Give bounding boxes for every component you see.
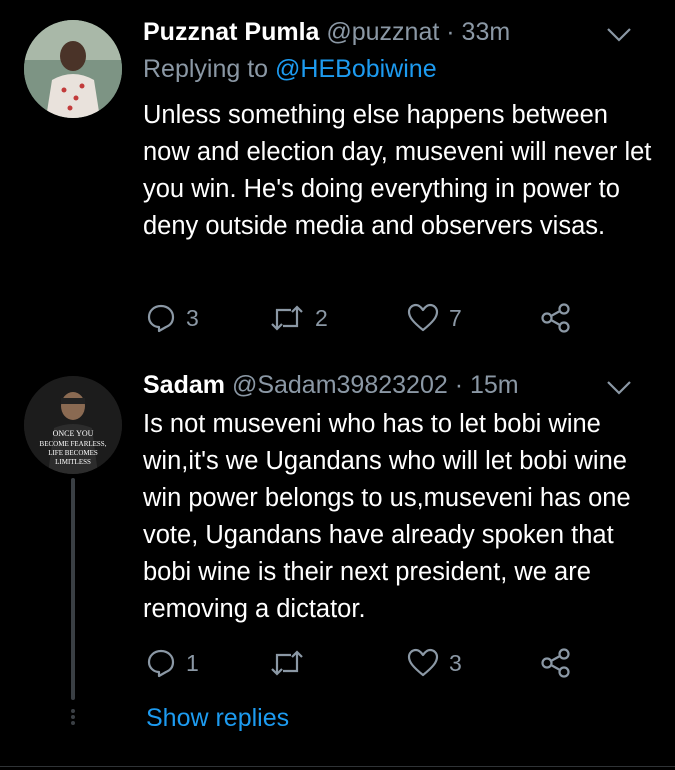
thread-line: [71, 478, 75, 700]
tweet-actions: 1 3: [143, 646, 583, 680]
divider: [0, 766, 675, 767]
retweet-icon: [271, 650, 303, 676]
dot-separator: ·: [439, 18, 462, 46]
reply-button[interactable]: 1: [146, 646, 199, 680]
author-handle[interactable]: @puzznat: [326, 18, 439, 46]
replying-prefix: Replying to: [143, 55, 276, 83]
show-replies-link[interactable]: Show replies: [146, 704, 289, 733]
avatar-quote-line-4: LIMITLESS: [55, 458, 91, 466]
share-icon: [541, 303, 570, 333]
avatar-quote-line-3: LIFE BECOMES: [48, 449, 98, 457]
retweet-count: 2: [315, 304, 328, 331]
chevron-down-icon[interactable]: [605, 25, 633, 45]
share-button[interactable]: [540, 301, 572, 335]
tweet-text: Is not museveni who has to let bobi wine…: [143, 410, 631, 623]
heart-icon: [407, 303, 439, 332]
tweet-text: Unless something else happens between no…: [143, 101, 652, 240]
dot-separator: ·: [447, 371, 470, 399]
retweet-button[interactable]: [269, 646, 315, 680]
avatar-quote-line-1: ONCE YOU: [53, 429, 94, 438]
share-button[interactable]: [540, 646, 572, 680]
like-button[interactable]: 7: [407, 301, 462, 335]
timestamp[interactable]: 15m: [470, 371, 519, 399]
tweet-actions: 3 2 7: [143, 301, 583, 335]
like-button[interactable]: 3: [407, 646, 462, 680]
avatar-puzznat[interactable]: [24, 20, 122, 118]
reply-count: 3: [186, 304, 199, 331]
tweet-header: Sadam @Sadam39823202 · 15m: [143, 371, 519, 400]
avatar-photo-icon: ONCE YOU BECOME FEARLESS, LIFE BECOMES L…: [24, 376, 122, 474]
more-replies-dots: [66, 707, 80, 727]
like-count: 3: [449, 649, 462, 676]
reply-button[interactable]: 3: [146, 301, 199, 335]
avatar-sadam[interactable]: ONCE YOU BECOME FEARLESS, LIFE BECOMES L…: [24, 376, 122, 474]
author-name[interactable]: Sadam: [143, 371, 225, 399]
reply-count: 1: [186, 649, 199, 676]
avatar-photo-icon: [24, 20, 122, 118]
retweet-icon: [271, 305, 303, 331]
heart-icon: [407, 648, 439, 677]
replying-to: Replying to @HEBobiwine: [143, 55, 437, 84]
retweet-button[interactable]: 2: [269, 301, 328, 335]
author-name[interactable]: Puzznat Pumla: [143, 18, 319, 46]
replying-to-link[interactable]: @HEBobiwine: [275, 55, 437, 83]
timestamp[interactable]: 33m: [462, 18, 511, 46]
reply-icon: [147, 649, 175, 678]
avatar-quote-line-2: BECOME FEARLESS,: [40, 440, 107, 448]
chevron-down-icon[interactable]: [605, 378, 633, 398]
share-icon: [541, 648, 570, 678]
reply-icon: [147, 304, 175, 333]
author-handle[interactable]: @Sadam39823202: [232, 371, 448, 399]
like-count: 7: [449, 304, 462, 331]
tweet-header: Puzznat Pumla @puzznat · 33m: [143, 18, 510, 47]
